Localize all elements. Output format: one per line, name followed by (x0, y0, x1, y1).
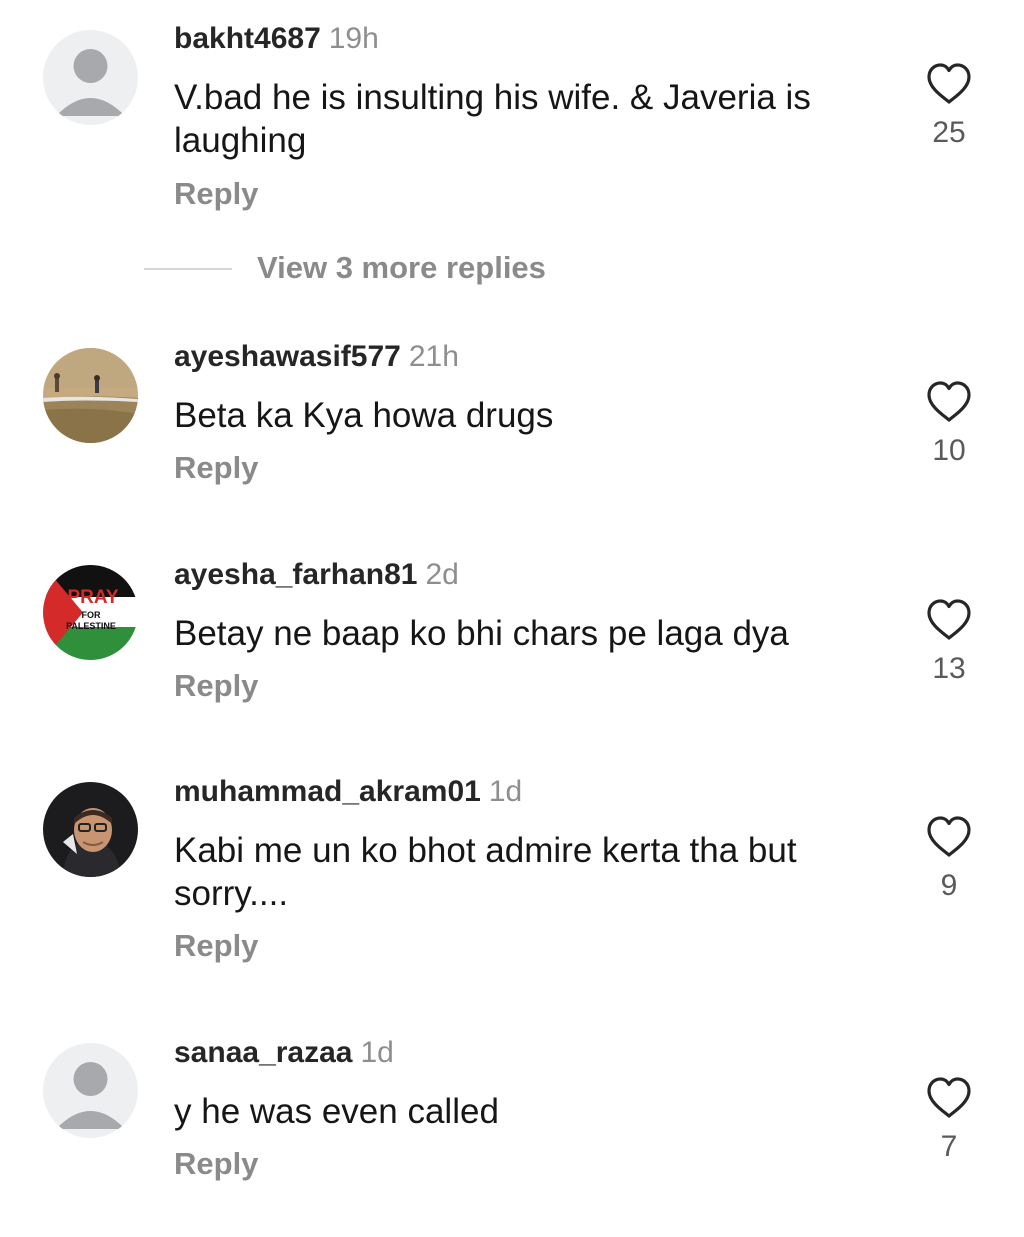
avatar[interactable] (43, 30, 138, 125)
svg-text:FOR: FOR (82, 610, 101, 620)
reply-button[interactable]: Reply (174, 928, 258, 964)
heart-icon (927, 381, 971, 422)
heart-icon (927, 1077, 971, 1118)
reply-button[interactable]: Reply (174, 176, 258, 212)
username[interactable]: muhammad_akram01 (174, 775, 481, 808)
default-avatar-icon (43, 30, 138, 125)
like-count: 9 (940, 869, 958, 902)
username[interactable]: sanaa_razaa (174, 1036, 352, 1069)
like-button[interactable]: 10 (925, 380, 973, 468)
comment-meta: bakht4687 19h (174, 22, 379, 56)
username[interactable]: ayeshawasif577 (174, 340, 401, 373)
like-count: 10 (932, 434, 966, 467)
like-count: 25 (932, 116, 966, 149)
timestamp: 21h (408, 340, 459, 373)
comment-item: ayeshawasif577 21h Beta ka Kya howa drugs… (0, 330, 1024, 530)
comment-meta: sanaa_razaa 1d (174, 1036, 394, 1070)
comment-text: Betay ne baap ko bhi chars pe laga dya (174, 614, 789, 653)
view-more-replies-label[interactable]: View 3 more replies (257, 250, 546, 286)
comment-item: bakht4687 19h V.bad he is insulting his w… (0, 0, 1024, 240)
comment-item: sanaa_razaa 1d y he was even called Reply… (0, 1026, 1024, 1226)
comment-text: V.bad he is insulting his wife. & Javeri… (174, 78, 811, 160)
heart-icon (927, 599, 971, 640)
comment-text: y he was even called (174, 1092, 499, 1131)
portrait-photo-avatar-icon (43, 782, 138, 877)
comment-item: PRAY FOR PALESTINE ayesha_farhan81 2d Bet… (0, 548, 1024, 748)
avatar-text: PRAY (67, 587, 118, 608)
like-button[interactable]: 7 (925, 1076, 973, 1164)
username[interactable]: bakht4687 (174, 22, 321, 55)
heart-icon (927, 63, 971, 104)
svg-text:PALESTINE: PALESTINE (66, 621, 116, 631)
like-button[interactable]: 9 (925, 815, 973, 903)
avatar[interactable]: PRAY FOR PALESTINE (43, 565, 138, 660)
like-button[interactable]: 13 (925, 598, 973, 686)
avatar[interactable] (43, 782, 138, 877)
username[interactable]: ayesha_farhan81 (174, 558, 418, 591)
reply-button[interactable]: Reply (174, 450, 258, 486)
comment-text: Beta ka Kya howa drugs (174, 396, 554, 435)
timestamp: 1d (360, 1036, 394, 1069)
reply-button[interactable]: Reply (174, 1146, 258, 1182)
comment-text: Kabi me un ko bhot admire kerta tha but … (174, 831, 797, 913)
like-count: 13 (932, 652, 966, 685)
timestamp: 2d (425, 558, 459, 591)
divider-line (144, 268, 232, 270)
comment-item: muhammad_akram01 1d Kabi me un ko bhot ad… (0, 765, 1024, 995)
like-button[interactable]: 25 (925, 62, 973, 150)
default-avatar-icon (43, 1043, 138, 1138)
avatar[interactable] (43, 348, 138, 443)
heart-icon (927, 816, 971, 857)
timestamp: 1d (488, 775, 523, 808)
avatar[interactable] (43, 1043, 138, 1138)
reply-button[interactable]: Reply (174, 668, 258, 704)
comment-meta: ayesha_farhan81 2d (174, 558, 459, 592)
palestine-flag-avatar-icon: PRAY FOR PALESTINE (43, 565, 138, 660)
timestamp: 19h (328, 22, 379, 55)
landscape-photo-avatar-icon (43, 348, 138, 443)
comment-meta: muhammad_akram01 1d (174, 775, 522, 809)
like-count: 7 (940, 1130, 958, 1163)
comment-meta: ayeshawasif577 21h (174, 340, 459, 374)
